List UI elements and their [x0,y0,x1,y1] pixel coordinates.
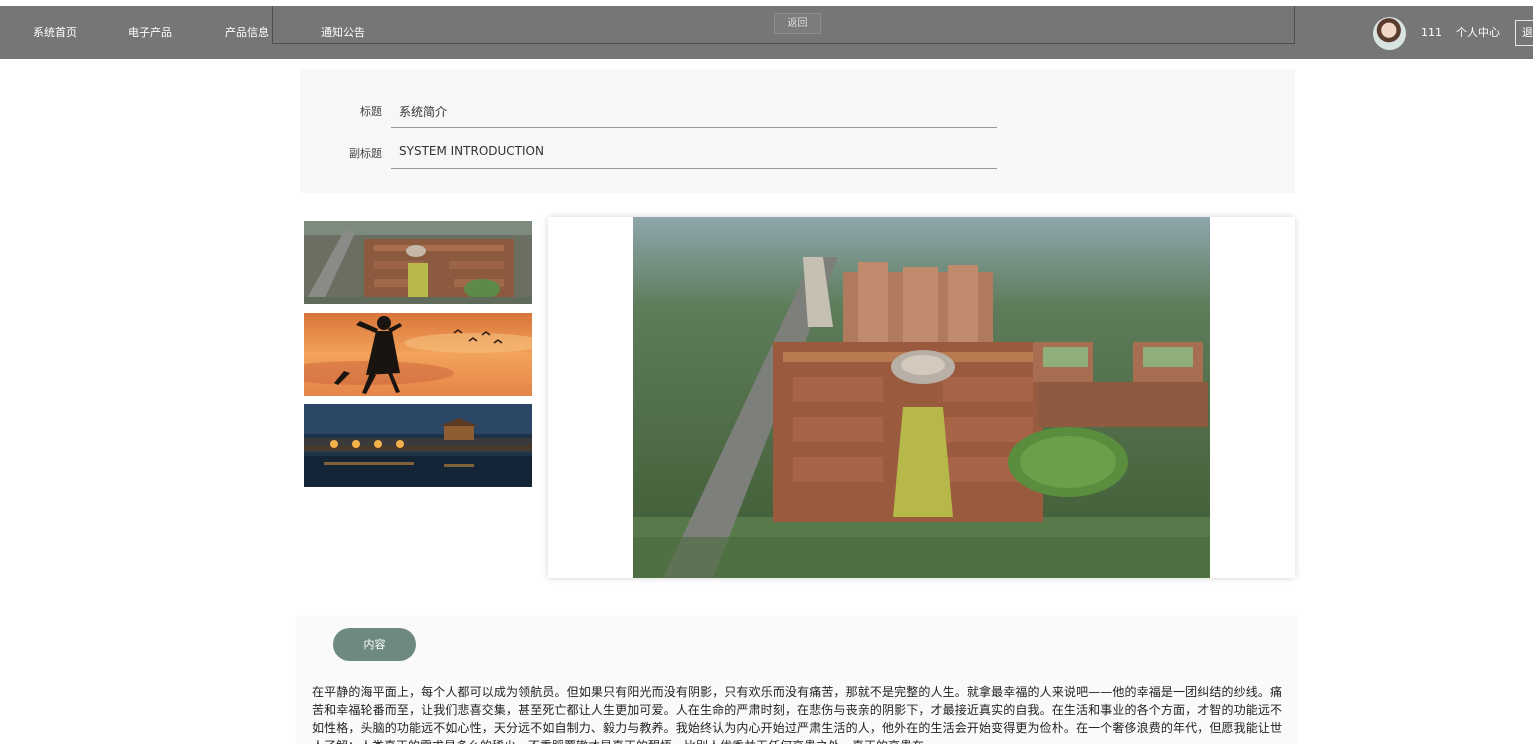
nav-item-products[interactable]: 产品信息 [225,6,269,59]
user-avatar[interactable] [1373,17,1406,50]
thumbnail-night-bridge[interactable] [304,404,532,487]
back-button[interactable]: 返回 [774,13,821,34]
content-tab[interactable]: 内容 [333,628,416,661]
nav-item-electronics[interactable]: 电子产品 [128,6,172,59]
logout-button[interactable]: 退出 [1515,20,1533,46]
title-label: 标题 [360,105,382,118]
nav-item-notices[interactable]: 通知公告 [321,6,365,59]
subtitle-field[interactable]: SYSTEM INTRODUCTION [399,144,544,158]
top-nav-bar: 系统首页 电子产品 产品信息 通知公告 返回 111 个人中心 退出 [0,6,1533,59]
night-bridge-image [304,404,532,487]
silhouette-sunset-image [304,313,532,396]
main-image [633,217,1210,578]
main-image-frame [548,217,1295,578]
campus-aerial-image [304,221,532,304]
title-field-underline [391,127,997,128]
campus-aerial-image [633,217,1210,578]
user-name: 111 [1421,26,1442,39]
subtitle-field-underline [391,168,997,169]
title-field[interactable]: 系统简介 [399,103,447,120]
thumbnail-campus[interactable] [304,221,532,304]
content-text: 在平静的海平面上，每个人都可以成为领航员。但如果只有阳光而没有阴影，只有欢乐而没… [312,685,1282,744]
nav-item-home[interactable]: 系统首页 [33,6,77,59]
detail-form-panel [300,69,1295,193]
user-center-link[interactable]: 个人中心 [1456,6,1500,59]
subtitle-label: 副标题 [349,147,382,160]
thumbnail-silhouette[interactable] [304,313,532,396]
